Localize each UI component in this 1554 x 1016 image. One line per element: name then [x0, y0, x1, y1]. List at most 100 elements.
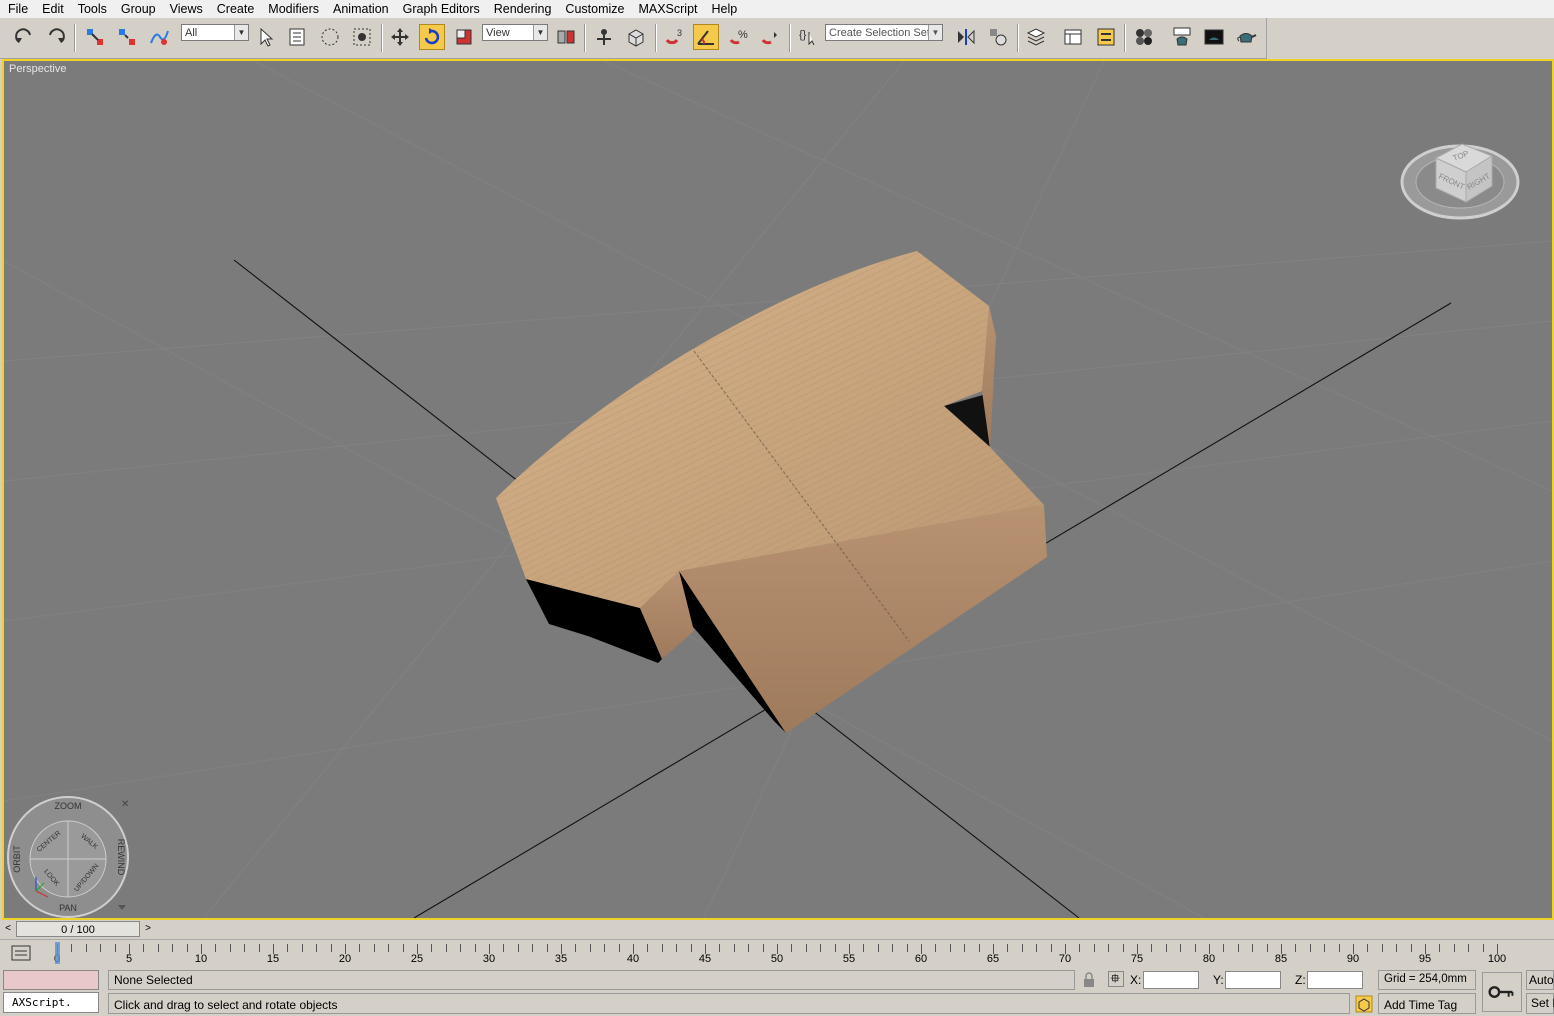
align-button[interactable]	[985, 24, 1011, 50]
time-slider-thumb[interactable]: 0 / 100	[16, 921, 140, 937]
rendered-frame-window-button[interactable]	[1201, 24, 1227, 50]
mirror-button[interactable]	[953, 24, 979, 50]
layer-manager-button[interactable]	[1023, 24, 1049, 50]
svg-text:{}: {}	[799, 29, 807, 41]
menu-maxscript[interactable]: MAXScript	[630, 0, 703, 18]
menu-modifiers[interactable]: Modifiers	[260, 0, 325, 18]
spinner-snap-toggle-button[interactable]	[757, 24, 783, 50]
mini-curve-editor-button[interactable]	[10, 944, 32, 962]
menu-edit[interactable]: Edit	[34, 0, 70, 18]
track-tick	[402, 944, 404, 952]
menu-create[interactable]: Create	[209, 0, 261, 18]
maxscript-mini-listener[interactable]: AXScript.	[3, 992, 99, 1013]
menu-bar: File Edit Tools Group Views Create Modifiers An…	[0, 0, 1554, 18]
menu-animation[interactable]: Animation	[325, 0, 395, 18]
track-tick	[589, 944, 591, 952]
angle-snap-toggle-button[interactable]	[693, 24, 719, 50]
move-icon	[391, 28, 409, 46]
named-selection-set-dropdown[interactable]: Create Selection Set ▼	[825, 24, 943, 41]
pivot-center-button[interactable]	[553, 24, 579, 50]
track-tick	[1468, 944, 1470, 952]
window-crossing-button[interactable]	[349, 24, 375, 50]
graphite-modeling-tools-button[interactable]	[1060, 24, 1086, 50]
menu-rendering[interactable]: Rendering	[486, 0, 558, 18]
track-label: 70	[1058, 953, 1072, 965]
snaps-toggle-button[interactable]: 3	[661, 24, 687, 50]
select-object-button[interactable]	[253, 24, 279, 50]
render-setup-button[interactable]	[1169, 24, 1195, 50]
key-icon	[1488, 986, 1514, 998]
percent-snap-toggle-button[interactable]: %	[725, 24, 751, 50]
svg-text:ZOOM: ZOOM	[55, 801, 82, 811]
maxscript-listener-pink[interactable]	[3, 970, 99, 990]
time-tag-button[interactable]	[1355, 995, 1373, 1013]
select-and-rotate-button[interactable]	[419, 24, 445, 50]
menu-help[interactable]: Help	[704, 0, 744, 18]
render-production-button[interactable]	[1233, 24, 1259, 50]
edit-named-selection-button[interactable]: {}	[795, 24, 821, 50]
region-selection-button[interactable]	[317, 24, 343, 50]
undo-button[interactable]	[11, 24, 37, 50]
space-warp-icon	[150, 30, 169, 45]
select-and-link-button[interactable]	[82, 24, 108, 50]
track-tick	[431, 944, 433, 952]
track-ruler[interactable]: 0510152025303540455055606570758085909510…	[52, 942, 1522, 966]
viewport-label[interactable]: Perspective	[9, 63, 66, 75]
track-tick	[1194, 944, 1196, 952]
reference-coordinate-dropdown[interactable]: View ▼	[482, 24, 548, 41]
set-key-button[interactable]	[1482, 972, 1522, 1012]
y-coordinate-field[interactable]	[1225, 971, 1281, 989]
track-tick	[1266, 944, 1268, 952]
track-bar[interactable]: 0510152025303540455055606570758085909510…	[0, 939, 1554, 968]
track-tick	[172, 944, 174, 952]
menu-views[interactable]: Views	[162, 0, 209, 18]
list-icon	[289, 28, 305, 46]
bind-space-warp-button[interactable]	[146, 24, 172, 50]
track-tick	[834, 944, 836, 952]
track-label: 15	[266, 953, 280, 965]
material-editor-button[interactable]	[1131, 24, 1157, 50]
time-slider-prev-button[interactable]: <	[1, 921, 15, 937]
track-label: 10	[194, 953, 208, 965]
perspective-viewport[interactable]: Perspective TOP FRONT RIGHT ZOOM PAN ORB…	[2, 59, 1554, 920]
main-toolbar: All ▼ View ▼ 3 % {} Create Selection Set ▼	[0, 18, 1267, 59]
unlink-button[interactable]	[114, 24, 140, 50]
keyboard-shortcut-override-button[interactable]	[623, 24, 649, 50]
track-label: 50	[770, 953, 784, 965]
select-by-name-button[interactable]	[285, 24, 311, 50]
track-label: 30	[482, 953, 496, 965]
track-tick	[892, 944, 894, 952]
redo-button[interactable]	[43, 24, 69, 50]
menu-file[interactable]: File	[0, 0, 34, 18]
menu-graph-editors[interactable]: Graph Editors	[395, 0, 486, 18]
z-coordinate-field[interactable]	[1307, 971, 1363, 989]
menu-group[interactable]: Group	[113, 0, 162, 18]
set-key-label[interactable]: Set K	[1531, 996, 1554, 1010]
absolute-offset-toggle[interactable]	[1108, 971, 1124, 987]
curve-editor-button[interactable]	[1093, 24, 1119, 50]
viewcube[interactable]: TOP FRONT RIGHT	[1398, 116, 1522, 226]
time-slider[interactable]: < 0 / 100 >	[0, 920, 1554, 939]
menu-tools[interactable]: Tools	[70, 0, 113, 18]
track-label: 55	[842, 953, 856, 965]
select-and-scale-button[interactable]	[451, 24, 477, 50]
menu-customize[interactable]: Customize	[557, 0, 630, 18]
select-and-move-button[interactable]	[387, 24, 413, 50]
steering-wheel[interactable]: ZOOM PAN ORBIT REWIND CENTER WALK LOOK U…	[6, 795, 134, 919]
add-time-tag[interactable]: Add Time Tag	[1384, 998, 1457, 1012]
selection-filter-dropdown[interactable]: All ▼	[181, 24, 249, 41]
select-and-manipulate-button[interactable]	[591, 24, 617, 50]
ribbon-icon	[1064, 29, 1082, 45]
track-tick	[143, 944, 145, 952]
track-tick	[85, 944, 87, 952]
track-label: 65	[986, 953, 1000, 965]
selection-lock-toggle[interactable]	[1082, 972, 1096, 988]
transform-mode-icon	[1110, 973, 1120, 983]
time-slider-next-button[interactable]: >	[141, 921, 155, 937]
current-frame-marker[interactable]	[55, 942, 60, 964]
svg-text:%: %	[738, 29, 748, 41]
track-tick	[474, 944, 476, 952]
track-tick	[100, 944, 102, 952]
auto-key-label[interactable]: Auto	[1529, 973, 1554, 987]
x-coordinate-field[interactable]	[1143, 971, 1199, 989]
